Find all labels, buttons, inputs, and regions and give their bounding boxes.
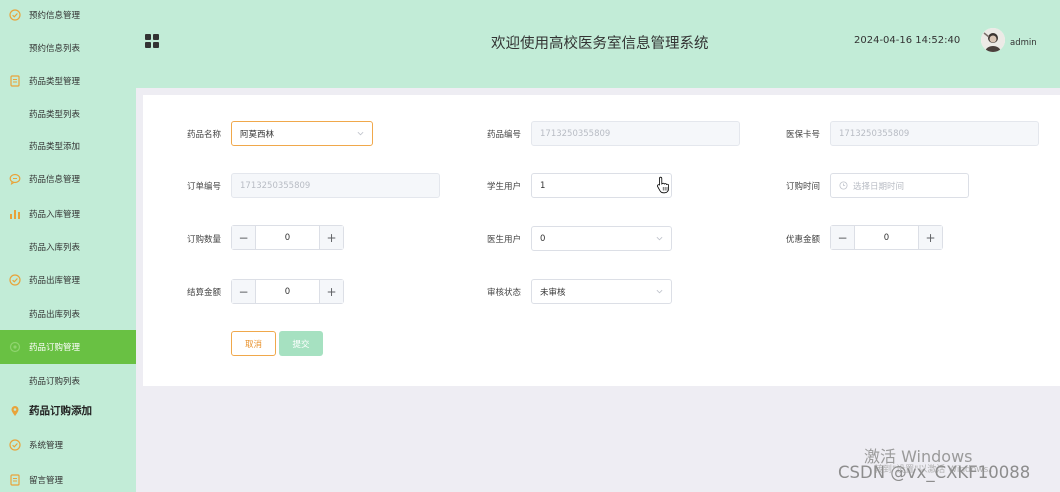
cancel-button[interactable]: 取消 [231, 331, 276, 356]
discount-stepper[interactable]: − 0 + [830, 225, 943, 250]
drug-code-field[interactable]: 1713250355809 [531, 121, 740, 146]
sidebar-item-label: 药品出库列表 [29, 309, 81, 320]
location-pin-icon [8, 404, 21, 417]
chat-icon [8, 172, 21, 185]
order-time-placeholder: 选择日期时间 [853, 181, 905, 192]
settlement-label: 结算金额 [187, 288, 222, 298]
sidebar-item-stock-in-list[interactable]: 药品入库列表 [0, 230, 136, 263]
discount-increment-button[interactable]: + [918, 226, 942, 249]
check-circle-icon [8, 273, 21, 286]
sidebar-item-label: 药品出库管理 [29, 275, 81, 286]
sidebar-item-stock-out-list[interactable]: 药品出库列表 [0, 297, 136, 330]
gear-icon [8, 341, 21, 354]
sidebar-item-label: 药品类型列表 [29, 109, 81, 120]
drug-code-value: 1713250355809 [540, 128, 611, 139]
sidebar-item-label: 药品订购列表 [29, 376, 81, 387]
insurance-card-field[interactable]: 1713250355809 [830, 121, 1039, 146]
sidebar-item-label: 药品信息管理 [29, 174, 81, 185]
sidebar-item-label: 预约信息管理 [29, 10, 81, 21]
username[interactable]: admin [1010, 38, 1037, 48]
quantity-increment-button[interactable]: + [319, 226, 343, 249]
quantity-label: 订购数量 [187, 235, 222, 245]
sidebar-item-drug-order-add[interactable]: 药品订购添加 [0, 394, 136, 427]
document-icon [8, 74, 21, 87]
quantity-value[interactable]: 0 [256, 226, 319, 249]
submit-button[interactable]: 提交 [279, 331, 323, 356]
order-no-label: 订单编号 [187, 182, 222, 192]
insurance-card-label: 医保卡号 [786, 130, 821, 140]
drug-name-select[interactable]: 阿莫西林 [231, 121, 373, 146]
chevron-down-icon [357, 131, 364, 136]
clock-icon [839, 181, 848, 190]
sidebar-item-drug-type-list[interactable]: 药品类型列表 [0, 97, 136, 130]
sidebar-item-drug-type-add[interactable]: 药品类型添加 [0, 129, 136, 162]
sidebar-item-label: 药品入库管理 [29, 209, 81, 220]
sidebar-item-appointment-mgmt[interactable]: 预约信息管理 [0, 0, 136, 31]
order-time-label: 订购时间 [786, 182, 821, 192]
settlement-stepper[interactable]: − 0 + [231, 279, 344, 304]
quantity-stepper[interactable]: − 0 + [231, 225, 344, 250]
student-user-field[interactable]: 1 [531, 173, 672, 198]
student-user-label: 学生用户 [487, 182, 522, 192]
sidebar-item-label: 药品订购添加 [29, 405, 92, 417]
quantity-decrement-button[interactable]: − [232, 226, 256, 249]
sidebar-item-label: 药品类型添加 [29, 141, 81, 152]
discount-decrement-button[interactable]: − [831, 226, 855, 249]
order-time-picker[interactable]: 选择日期时间 [830, 173, 969, 198]
chevron-down-icon [656, 236, 663, 241]
sidebar: 预约信息管理 预约信息列表 药品类型管理 药品类型列表 药品类型添加 药品信息管… [0, 0, 136, 492]
sidebar-item-message-mgmt[interactable]: 留言管理 [0, 463, 136, 492]
review-status-label: 审核状态 [487, 288, 522, 298]
sidebar-item-appointment-list[interactable]: 预约信息列表 [0, 31, 136, 64]
sidebar-item-label: 药品订购管理 [29, 343, 81, 353]
sidebar-item-drug-order-mgmt[interactable]: 药品订购管理 [0, 330, 136, 364]
insurance-card-value: 1713250355809 [839, 128, 910, 139]
settlement-value[interactable]: 0 [256, 280, 319, 303]
sidebar-item-label: 系统管理 [29, 440, 64, 451]
sidebar-item-stock-in-mgmt[interactable]: 药品入库管理 [0, 197, 136, 230]
drug-name-value: 阿莫西林 [240, 129, 275, 140]
discount-value[interactable]: 0 [855, 226, 918, 249]
settlement-decrement-button[interactable]: − [232, 280, 256, 303]
review-status-select[interactable]: 未审核 [531, 279, 672, 304]
sidebar-item-drug-info-mgmt[interactable]: 药品信息管理 [0, 162, 136, 195]
top-header: 欢迎使用高校医务室信息管理系统 2024-04-16 14:52:40 admi… [136, 0, 1060, 88]
sidebar-item-system-mgmt[interactable]: 系统管理 [0, 428, 136, 461]
doctor-user-select[interactable]: 0 [531, 226, 672, 251]
drug-code-label: 药品编号 [487, 130, 522, 140]
order-no-value: 1713250355809 [240, 180, 311, 191]
drug-name-label: 药品名称 [187, 130, 222, 140]
sidebar-item-drug-type-mgmt[interactable]: 药品类型管理 [0, 64, 136, 97]
doctor-user-label: 医生用户 [487, 235, 522, 245]
current-datetime: 2024-04-16 14:52:40 [854, 35, 961, 46]
page-title: 欢迎使用高校医务室信息管理系统 [491, 36, 709, 52]
order-no-field[interactable]: 1713250355809 [231, 173, 440, 198]
check-circle-icon [8, 8, 21, 21]
avatar[interactable] [981, 28, 1005, 52]
student-user-value: 1 [540, 180, 546, 191]
sidebar-item-label: 药品入库列表 [29, 242, 81, 253]
grid-icon[interactable] [145, 34, 159, 48]
sidebar-item-stock-out-mgmt[interactable]: 药品出库管理 [0, 263, 136, 296]
bar-chart-icon [8, 207, 21, 220]
csdn-watermark: CSDN @vx_CXKF10088 [838, 463, 1031, 482]
sidebar-item-label: 预约信息列表 [29, 43, 81, 54]
sidebar-item-label: 药品类型管理 [29, 76, 81, 87]
review-status-value: 未审核 [540, 287, 566, 298]
doctor-user-value: 0 [540, 233, 546, 244]
settlement-increment-button[interactable]: + [319, 280, 343, 303]
discount-label: 优惠金额 [786, 235, 821, 245]
sidebar-item-label: 留言管理 [29, 475, 64, 486]
document-icon [8, 473, 21, 486]
hand-cursor-icon [657, 176, 669, 194]
chevron-down-icon [656, 289, 663, 294]
check-circle-icon [8, 438, 21, 451]
sidebar-item-drug-order-list[interactable]: 药品订购列表 [0, 364, 136, 397]
